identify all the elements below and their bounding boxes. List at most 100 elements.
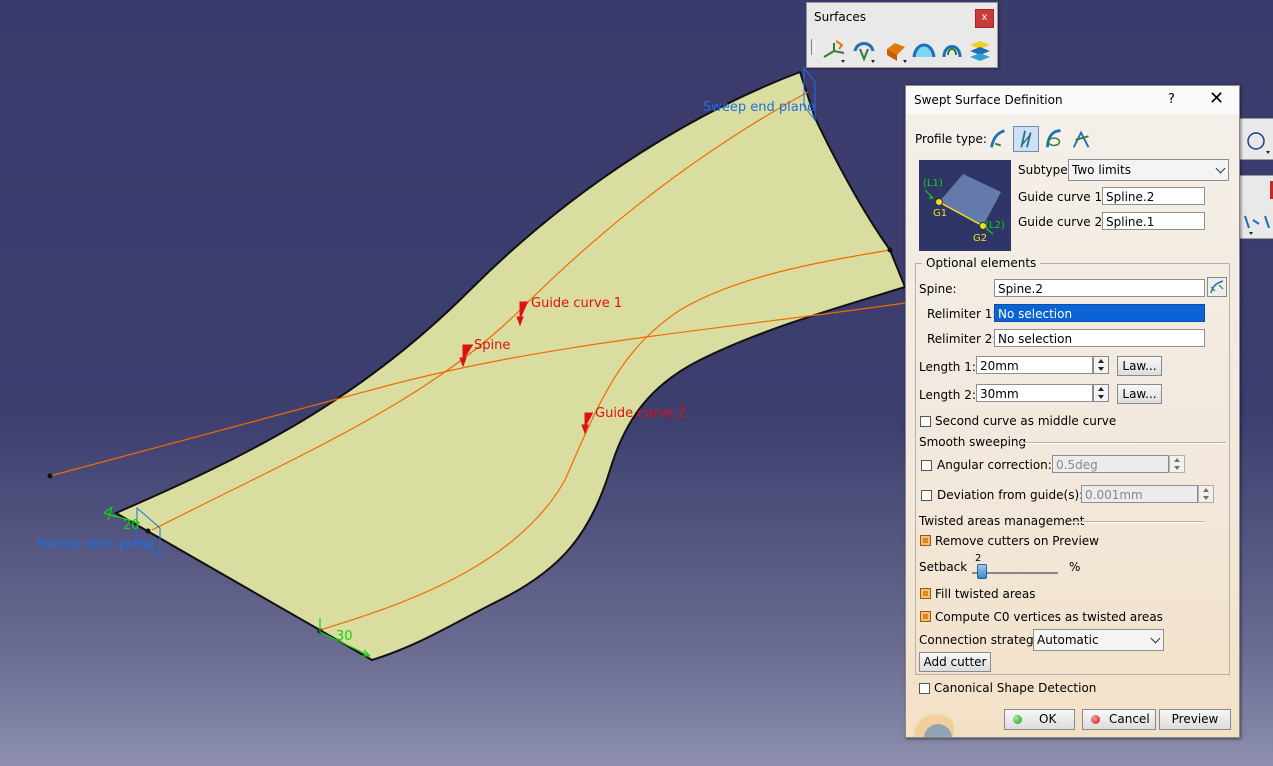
explicit-profile-icon[interactable] [985,126,1011,152]
setback-slider[interactable] [972,563,1058,579]
ok-icon [1013,715,1022,724]
deviation-spinner[interactable] [1198,485,1214,503]
circle-icon[interactable] [1242,125,1272,155]
sweep-start-plane-label: Sweep start plane [37,537,155,552]
compute-c0-checkbox[interactable] [920,611,931,622]
smooth-sweeping-title: Smooth sweeping [919,435,1027,449]
length1-law-button[interactable]: Law... [1117,356,1162,376]
connection-strategy-label: Connection strategy: [919,633,1044,647]
subtype-value: Two limits [1072,163,1131,177]
preview-button[interactable]: Preview [1159,709,1231,730]
length2-field[interactable]: 30mm [976,384,1093,402]
partial-toolbar-top [1238,118,1273,160]
smooth-sweeping-divider [1020,442,1226,444]
revolve-icon[interactable] [851,37,877,63]
length1-field[interactable]: 20mm [976,356,1093,374]
preview-l2-label: (L2) [985,220,1005,231]
close-button[interactable]: ✕ [1209,89,1224,109]
preview-g1-label: G1 [933,208,947,219]
sweep-icon[interactable] [911,37,937,63]
spine-label: Spine [474,338,510,353]
guide2-field[interactable]: Spline.1 [1102,212,1205,230]
angular-correction-spinner[interactable] [1169,455,1185,473]
length2-law-button[interactable]: Law... [1117,384,1162,404]
chevron-down-icon [1150,633,1161,644]
canonical-shape-label: Canonical Shape Detection [934,681,1097,695]
canonical-shape-checkbox[interactable] [919,683,930,694]
toolbar-close-button[interactable]: x [975,9,994,28]
remove-cutters-label: Remove cutters on Preview [935,534,1099,548]
relimiter1-field[interactable]: No selection [994,304,1205,322]
optional-elements-title: Optional elements [922,256,1041,270]
cancel-button[interactable]: Cancel [1082,709,1156,730]
ok-label: OK [1039,712,1057,726]
length2-spinner[interactable] [1093,384,1109,402]
help-button[interactable]: ? [1168,92,1175,107]
spine-compute-icon[interactable] [1207,277,1227,297]
guide1-start-point[interactable] [145,528,151,534]
setback-slider-thumb[interactable] [977,564,988,579]
toolbar-grip[interactable] [811,39,815,55]
spine-field[interactable]: Spine.2 [994,279,1205,297]
surfaces-toolbar[interactable]: Surfaces x [806,2,998,68]
twisted-areas-title: Twisted areas management [919,514,1085,528]
cancel-label: Cancel [1109,712,1150,726]
setback-percent: % [1069,560,1081,574]
subtype-select[interactable]: Two limits [1068,159,1229,181]
second-curve-checkbox[interactable] [920,416,931,427]
linear-profile-icon[interactable] [1013,126,1039,152]
connection-strategy-select[interactable]: Automatic [1033,629,1164,651]
toolbar-partial-icon[interactable] [1239,176,1273,236]
guide2-label: Guide curve 2: [1018,215,1107,229]
spine-label: Spine: [919,282,957,296]
partial-toolbar-bottom [1238,175,1273,239]
deviation-label: Deviation from guide(s): [937,488,1084,502]
subtype-preview-image: (L1) G1 (L2) G2 [919,160,1011,251]
toolbar-title: Surfaces [814,10,866,24]
connection-strategy-value: Automatic [1037,633,1099,647]
angular-correction-label: Angular correction: [937,458,1052,472]
preview-l1-label: (L1) [923,178,943,189]
fill-icon[interactable] [939,37,965,63]
guide1-field[interactable]: Spline.2 [1102,187,1205,205]
deviation-checkbox[interactable] [921,490,932,501]
swept-surface[interactable] [113,70,907,662]
deviation-field[interactable]: 0.001mm [1081,485,1198,503]
swept-surface-dialog: Swept Surface Definition ? ✕ Profile typ… [905,85,1240,738]
fill-twisted-label: Fill twisted areas [935,587,1036,601]
profile-type-label: Profile type: [915,132,987,146]
cancel-icon [1091,715,1100,724]
extrude-icon[interactable] [821,37,847,63]
spine-start-point[interactable] [47,473,53,479]
second-curve-label: Second curve as middle curve [935,414,1117,428]
ok-button[interactable]: OK [1004,709,1075,730]
length1-spinner[interactable] [1093,356,1109,374]
angular-correction-checkbox[interactable] [921,460,932,471]
angular-correction-field[interactable]: 0.5deg [1052,455,1169,473]
relimiter2-field[interactable]: No selection [994,329,1205,347]
add-cutter-button[interactable]: Add cutter [919,652,991,672]
multisection-icon[interactable] [967,37,993,63]
circle-profile-icon[interactable] [1041,126,1067,152]
two-limits-diagram: (L1) G1 (L2) G2 [923,174,1005,244]
remove-cutters-checkbox[interactable] [920,535,931,546]
subtype-label: Subtype: [1018,163,1072,177]
length2-value-label: 30 [336,629,353,644]
sweep-end-plane-label: Sweep end plane [703,100,815,115]
twisted-areas-divider [1070,521,1205,523]
relimiter1-label: Relimiter 1: [927,307,997,321]
chevron-down-icon [1215,163,1226,174]
length1-label: Length 1: [919,360,976,374]
sphere-icon[interactable] [883,37,909,63]
guide1-label: Guide curve 1: [1018,190,1107,204]
length2-label: Length 2: [919,388,976,402]
preview-g2-label: G2 [973,233,987,244]
guide-curve-2-label: Guide curve 2 [595,406,686,421]
fill-twisted-checkbox[interactable] [920,588,931,599]
conic-profile-icon[interactable] [1069,126,1095,152]
setback-label: Setback [919,560,968,574]
dialog-titlebar[interactable]: Swept Surface Definition ? ✕ [906,86,1239,114]
compute-c0-label: Compute C0 vertices as twisted areas [935,610,1163,624]
guide2-end-point[interactable] [887,247,893,253]
guide-curve-1-label: Guide curve 1 [531,296,622,311]
